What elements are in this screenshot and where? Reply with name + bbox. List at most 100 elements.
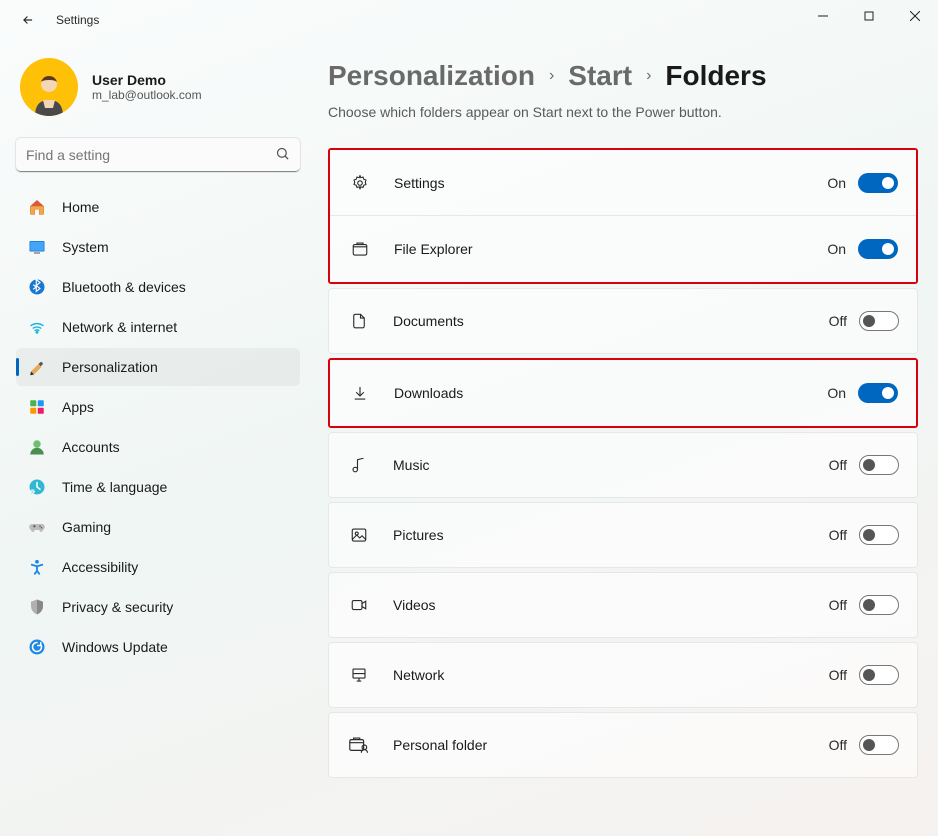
sidebar-item-label: Bluetooth & devices — [62, 279, 186, 295]
sidebar-item-label: Time & language — [62, 479, 167, 495]
window-title: Settings — [56, 13, 99, 27]
toggle-state-text: On — [827, 175, 846, 191]
sidebar-item-label: Network & internet — [62, 319, 177, 335]
toggle-state-text: Off — [829, 313, 847, 329]
setting-label: Downloads — [394, 385, 827, 401]
privacy-icon — [28, 598, 46, 616]
titlebar: Settings — [0, 0, 938, 40]
user-email: m_lab@outlook.com — [92, 88, 202, 102]
user-block[interactable]: User Demo m_lab@outlook.com — [16, 52, 300, 132]
sidebar-item-label: Accessibility — [62, 559, 138, 575]
search-icon — [275, 146, 290, 164]
network-icon — [347, 666, 371, 684]
toggle-file-explorer[interactable] — [858, 239, 898, 259]
breadcrumb-current: Folders — [665, 60, 766, 92]
setting-row-file-explorer: File Explorer On — [330, 216, 916, 282]
sidebar: User Demo m_lab@outlook.com Home System Bl… — [0, 40, 310, 836]
sidebar-item-personalization[interactable]: Personalization — [16, 348, 300, 386]
toggle-pictures[interactable] — [859, 525, 899, 545]
sidebar-item-home[interactable]: Home — [16, 188, 300, 226]
sidebar-item-update[interactable]: Windows Update — [16, 628, 300, 666]
breadcrumb: Personalization › Start › Folders — [328, 60, 918, 92]
toggle-state-text: On — [827, 241, 846, 257]
setting-label: Videos — [393, 597, 829, 613]
apps-icon — [28, 398, 46, 416]
minimize-button[interactable] — [800, 0, 846, 32]
sidebar-item-gaming[interactable]: Gaming — [16, 508, 300, 546]
sidebar-item-label: Apps — [62, 399, 94, 415]
toggle-videos[interactable] — [859, 595, 899, 615]
toggle-state-text: Off — [829, 527, 847, 543]
svg-text:文: 文 — [31, 489, 35, 494]
chevron-right-icon: › — [549, 67, 554, 85]
sidebar-item-label: System — [62, 239, 109, 255]
avatar — [20, 58, 78, 116]
sidebar-item-privacy[interactable]: Privacy & security — [16, 588, 300, 626]
settings-window: Settings User Demo m_lab@outlook.com — [0, 0, 938, 836]
personalization-icon — [28, 358, 46, 376]
toggle-music[interactable] — [859, 455, 899, 475]
toggle-state-text: Off — [829, 457, 847, 473]
back-button[interactable] — [14, 6, 42, 34]
accessibility-icon — [28, 558, 46, 576]
search-input[interactable] — [16, 138, 300, 172]
search-wrap — [16, 138, 300, 172]
documents-icon — [347, 312, 371, 330]
user-text: User Demo m_lab@outlook.com — [92, 72, 202, 102]
sidebar-item-label: Windows Update — [62, 639, 168, 655]
breadcrumb-personalization[interactable]: Personalization — [328, 60, 535, 92]
setting-row-videos: Videos Off — [328, 572, 918, 638]
content: User Demo m_lab@outlook.com Home System Bl… — [0, 40, 938, 836]
toggle-state-text: Off — [829, 737, 847, 753]
setting-label: Music — [393, 457, 829, 473]
setting-row-settings: Settings On — [330, 150, 916, 216]
setting-label: Settings — [394, 175, 827, 191]
settings-list: Settings On File Explorer On Documents O… — [328, 148, 918, 778]
file-explorer-icon — [348, 240, 372, 258]
setting-label: Documents — [393, 313, 829, 329]
bluetooth-icon — [28, 278, 46, 296]
sidebar-item-label: Gaming — [62, 519, 111, 535]
breadcrumb-start[interactable]: Start — [568, 60, 632, 92]
setting-row-downloads: Downloads On — [330, 360, 916, 426]
toggle-network[interactable] — [859, 665, 899, 685]
sidebar-item-network[interactable]: Network & internet — [16, 308, 300, 346]
window-chrome — [800, 0, 938, 32]
toggle-settings[interactable] — [858, 173, 898, 193]
sidebar-item-label: Privacy & security — [62, 599, 173, 615]
sidebar-item-label: Personalization — [62, 359, 158, 375]
close-button[interactable] — [892, 0, 938, 32]
toggle-documents[interactable] — [859, 311, 899, 331]
downloads-icon — [348, 384, 372, 402]
setting-label: File Explorer — [394, 241, 827, 257]
setting-label: Network — [393, 667, 829, 683]
sidebar-item-time[interactable]: 文 Time & language — [16, 468, 300, 506]
sidebar-item-label: Accounts — [62, 439, 120, 455]
sidebar-item-apps[interactable]: Apps — [16, 388, 300, 426]
maximize-button[interactable] — [846, 0, 892, 32]
page-subhead: Choose which folders appear on Start nex… — [328, 104, 918, 120]
accounts-icon — [28, 438, 46, 456]
system-icon — [28, 238, 46, 256]
setting-row-music: Music Off — [328, 432, 918, 498]
personal-folder-icon — [347, 736, 371, 754]
sidebar-item-system[interactable]: System — [16, 228, 300, 266]
highlight-group: Settings On File Explorer On — [328, 148, 918, 284]
videos-icon — [347, 596, 371, 614]
sidebar-item-accounts[interactable]: Accounts — [16, 428, 300, 466]
music-icon — [347, 456, 371, 474]
setting-row-personal-folder: Personal folder Off — [328, 712, 918, 778]
toggle-downloads[interactable] — [858, 383, 898, 403]
setting-label: Personal folder — [393, 737, 829, 753]
toggle-state-text: Off — [829, 597, 847, 613]
user-name: User Demo — [92, 72, 202, 88]
toggle-personal-folder[interactable] — [859, 735, 899, 755]
sidebar-item-accessibility[interactable]: Accessibility — [16, 548, 300, 586]
toggle-state-text: Off — [829, 667, 847, 683]
update-icon — [28, 638, 46, 656]
chevron-right-icon: › — [646, 67, 651, 85]
nav: Home System Bluetooth & devices Network & i… — [16, 188, 300, 666]
sidebar-item-label: Home — [62, 199, 99, 215]
sidebar-item-bluetooth[interactable]: Bluetooth & devices — [16, 268, 300, 306]
pictures-icon — [347, 526, 371, 544]
